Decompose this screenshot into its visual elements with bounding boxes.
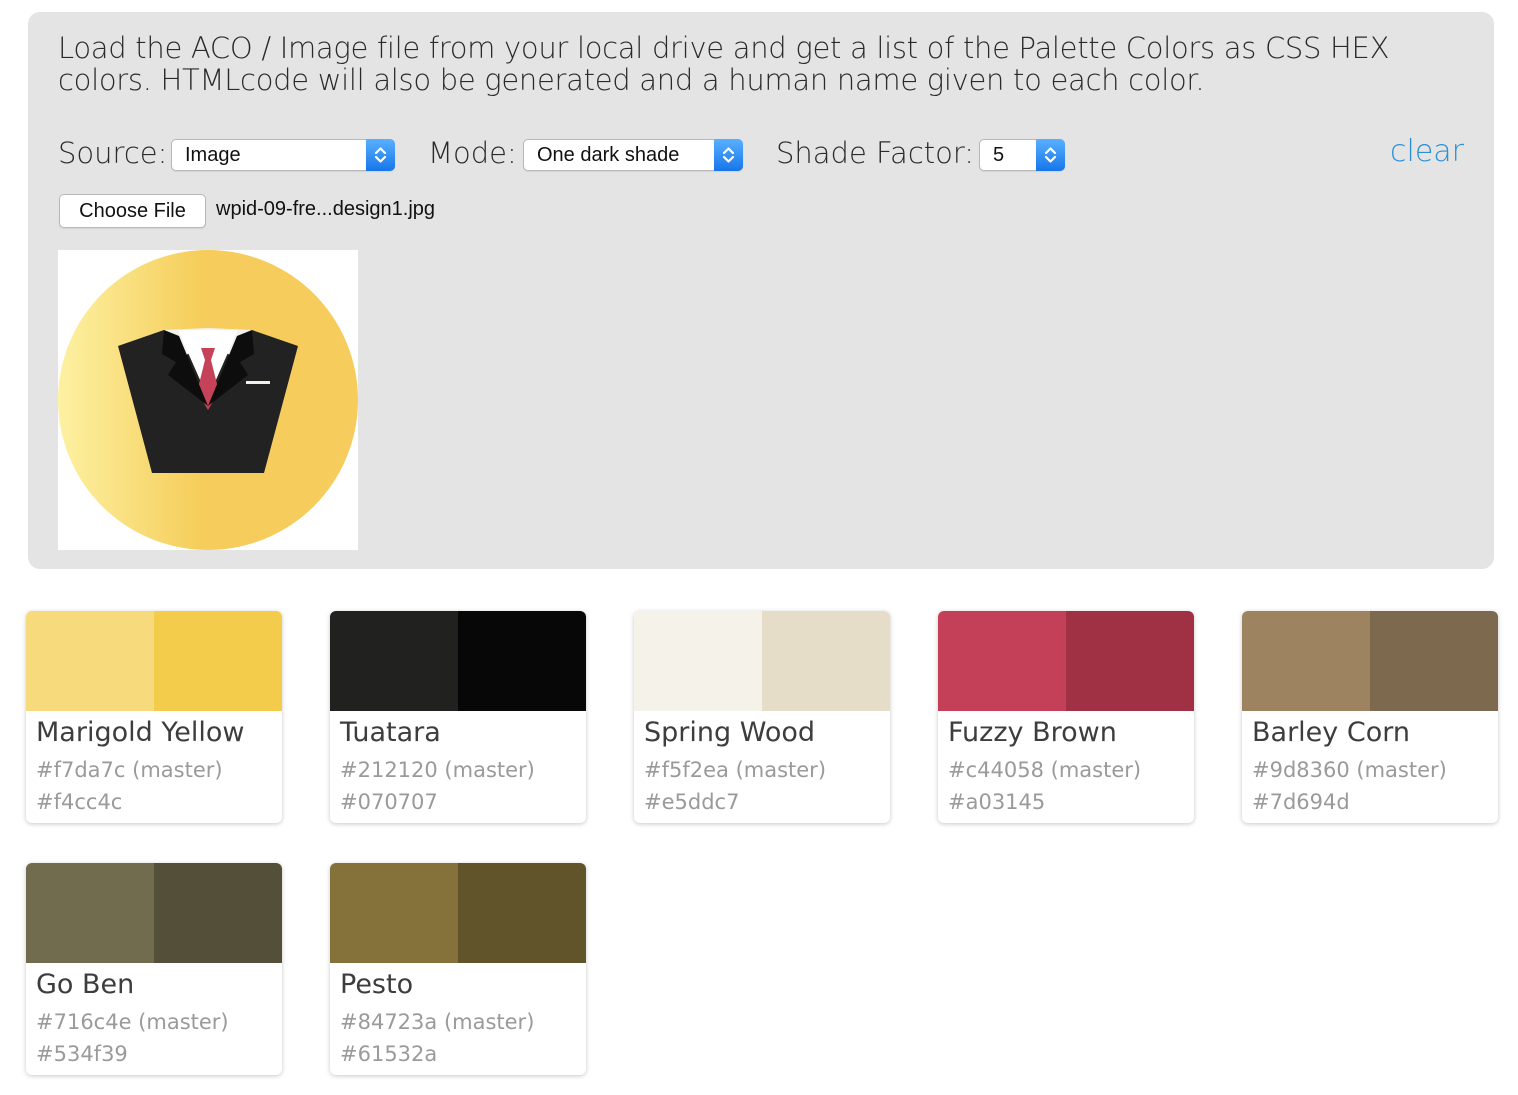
shade-swatch [762, 611, 890, 711]
color-card: Pesto #84723a (master) #61532a [330, 863, 586, 1075]
color-name: Fuzzy Brown [948, 717, 1117, 748]
color-card: Spring Wood #f5f2ea (master) #e5ddc7 [634, 611, 890, 823]
selected-file-name: wpid-09-fre...design1.jpg [216, 198, 436, 220]
master-hex: #f7da7c (master) [36, 758, 223, 782]
master-hex: #f5f2ea (master) [644, 758, 827, 782]
clear-link[interactable]: clear [1390, 134, 1464, 169]
intro-text: Load the ACO / Image file from your loca… [58, 31, 1390, 97]
color-name: Barley Corn [1252, 717, 1410, 748]
choose-file-button[interactable]: Choose File [59, 194, 206, 228]
color-name: Spring Wood [644, 717, 816, 748]
shade-swatch [458, 863, 586, 963]
master-swatch [938, 611, 1066, 711]
suit-and-tie-icon [58, 250, 358, 550]
color-card: Tuatara #212120 (master) #070707 [330, 611, 586, 823]
shade-swatch [154, 863, 282, 963]
color-name: Marigold Yellow [36, 717, 245, 748]
color-card: Barley Corn #9d8360 (master) #7d694d [1242, 611, 1498, 823]
shade-factor-value: 5 [993, 144, 1005, 166]
master-hex: #212120 (master) [340, 758, 535, 782]
shade-swatch [1370, 611, 1498, 711]
master-hex: #c44058 (master) [948, 758, 1142, 782]
color-card: Marigold Yellow #f7da7c (master) #f4cc4c [26, 611, 282, 823]
loader-panel: Load the ACO / Image file from your loca… [28, 12, 1494, 569]
shade-swatch [458, 611, 586, 711]
source-select-value: Image [185, 144, 241, 166]
master-swatch [330, 611, 458, 711]
shade-hex: #7d694d [1252, 790, 1350, 814]
master-swatch [26, 863, 154, 963]
image-preview [58, 250, 358, 550]
select-arrows-icon [1036, 139, 1065, 171]
shade-swatch [154, 611, 282, 711]
master-swatch [330, 863, 458, 963]
shade-hex: #534f39 [36, 1042, 128, 1066]
master-hex: #84723a (master) [340, 1010, 535, 1034]
color-card: Go Ben #716c4e (master) #534f39 [26, 863, 282, 1075]
source-select[interactable]: Image [171, 139, 395, 171]
shade-factor-select[interactable]: 5 [979, 139, 1065, 171]
color-name: Pesto [340, 969, 414, 1000]
master-swatch [26, 611, 154, 711]
select-arrows-icon [366, 139, 395, 171]
master-swatch [634, 611, 762, 711]
shade-factor-label: Shade Factor: [776, 136, 975, 170]
shade-swatch [1066, 611, 1194, 711]
master-hex: #9d8360 (master) [1252, 758, 1447, 782]
select-arrows-icon [714, 139, 743, 171]
color-card: Fuzzy Brown #c44058 (master) #a03145 [938, 611, 1194, 823]
source-label: Source: [58, 136, 168, 170]
shade-hex: #61532a [340, 1042, 438, 1066]
color-name: Go Ben [36, 969, 135, 1000]
mode-label: Mode: [428, 136, 517, 170]
mode-select-value: One dark shade [537, 144, 680, 166]
color-name: Tuatara [340, 717, 441, 748]
shade-hex: #e5ddc7 [644, 790, 740, 814]
shade-hex: #070707 [340, 790, 438, 814]
master-hex: #716c4e (master) [36, 1010, 229, 1034]
shade-hex: #a03145 [948, 790, 1046, 814]
mode-select[interactable]: One dark shade [523, 139, 743, 171]
shade-hex: #f4cc4c [36, 790, 123, 814]
master-swatch [1242, 611, 1370, 711]
